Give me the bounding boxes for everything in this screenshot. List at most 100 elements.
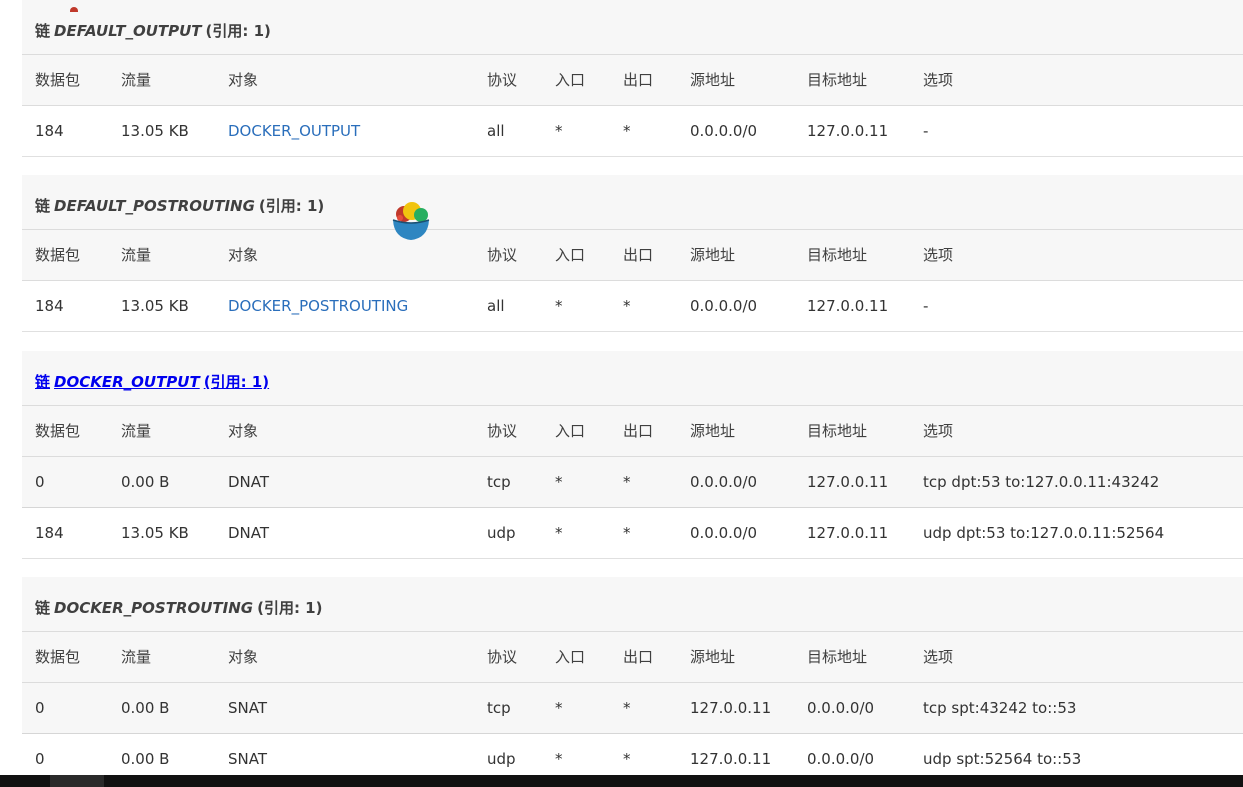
column-header-source: 源地址 [690,648,736,666]
cell-destination: 127.0.0.11 [807,473,889,491]
column-header-target: 对象 [228,246,259,264]
chain-ref-count: (引用: 1) [257,599,323,617]
cell-options: tcp dpt:53 to:127.0.0.11:43242 [923,473,1160,491]
table-header-row: 数据包 流量 对象 协议 入口 出口 源地址 目标地址 选项 [22,406,1243,457]
cell-protocol: udp [487,524,516,542]
column-header-traffic: 流量 [121,648,152,666]
table-row: 184 13.05 KB DOCKER_POSTROUTING all * * 0.0.0.… [22,281,1243,332]
cell-in-iface: * [555,699,563,717]
fruit-bowl-icon[interactable] [390,200,432,244]
table-header-row: 数据包 流量 对象 协议 入口 出口 源地址 目标地址 选项 [22,230,1243,281]
column-header-traffic: 流量 [121,246,152,264]
cell-out-iface: * [623,473,631,491]
cell-packets: 184 [35,297,64,315]
table-row: 184 13.05 KB DNAT udp * * 0.0.0.0/0 127.0.0.11 u… [22,508,1243,559]
cell-in-iface: * [555,122,563,140]
column-header-destination: 目标地址 [807,71,868,89]
cell-in-iface: * [555,524,563,542]
column-header-target: 对象 [228,648,259,666]
column-header-target: 对象 [228,422,259,440]
column-header-protocol: 协议 [487,71,518,89]
column-header-source: 源地址 [690,422,736,440]
cell-packets: 184 [35,524,64,542]
column-header-in-iface: 入口 [555,648,586,666]
column-header-source: 源地址 [690,71,736,89]
column-header-out-iface: 出口 [623,422,654,440]
chain-panel-docker-output: 链 DOCKER_OUTPUT (引用: 1) 数据包 流量 对象 协议 入口 出口 源地址 目标地… [22,351,1243,559]
chain-panel-docker-postrouting: 链 DOCKER_POSTROUTING (引用: 1) 数据包 流量 对象 协议 入口 出口 源… [22,577,1243,785]
cell-protocol: tcp [487,473,511,491]
cell-out-iface: * [623,524,631,542]
chain-name: DEFAULT_OUTPUT [54,22,202,40]
column-header-destination: 目标地址 [807,648,868,666]
chain-prefix: 链 [35,22,51,40]
cell-out-iface: * [623,122,631,140]
cell-packets: 0 [35,699,45,717]
column-header-traffic: 流量 [121,422,152,440]
cell-target: SNAT [228,699,268,717]
column-header-protocol: 协议 [487,648,518,666]
cell-source: 0.0.0.0/0 [690,297,758,315]
column-header-packets: 数据包 [35,648,81,666]
cell-traffic: 13.05 KB [121,524,189,542]
chain-ref-count: (引用: 1) [205,22,271,40]
chain-name[interactable]: DOCKER_OUTPUT [54,373,200,391]
cell-protocol: all [487,122,505,140]
column-header-traffic: 流量 [121,71,152,89]
cell-source: 127.0.0.11 [690,699,772,717]
app-taskbar-icon [70,7,78,12]
cell-traffic: 13.05 KB [121,297,189,315]
column-header-protocol: 协议 [487,246,518,264]
column-header-packets: 数据包 [35,422,81,440]
column-header-out-iface: 出口 [623,71,654,89]
column-header-options: 选项 [923,648,954,666]
chain-name: DOCKER_POSTROUTING [54,599,254,617]
chain-name: DEFAULT_POSTROUTING [54,197,255,215]
chain-ref-count[interactable]: (引用: 1) [204,373,269,391]
column-header-packets: 数据包 [35,246,81,264]
cell-packets: 0 [35,473,45,491]
column-header-in-iface: 入口 [555,422,586,440]
cell-in-iface: * [555,297,563,315]
chain-panel-default-output: 链 DEFAULT_OUTPUT (引用: 1) 数据包 流量 对象 协议 入口 出口 源地址 目标… [22,0,1243,157]
cell-traffic: 13.05 KB [121,122,189,140]
cell-protocol: tcp [487,699,511,717]
column-header-destination: 目标地址 [807,422,868,440]
cell-source: 0.0.0.0/0 [690,122,758,140]
cell-options: - [923,122,929,140]
cell-source: 0.0.0.0/0 [690,473,758,491]
table-row: 0 0.00 B DNAT tcp * * 0.0.0.0/0 127.0.0.11 tcp d… [22,457,1243,508]
taskbar-app-button[interactable] [50,775,104,787]
target-chain-link[interactable]: DOCKER_POSTROUTING [228,281,408,332]
chain-ref-count: (引用: 1) [258,197,325,215]
column-header-packets: 数据包 [35,71,81,89]
cell-target: DNAT [228,473,270,491]
cell-options: tcp spt:43242 to::53 [923,699,1077,717]
column-header-source: 源地址 [690,246,736,264]
cell-protocol: all [487,297,505,315]
chain-title: 链 DEFAULT_OUTPUT (引用: 1) [22,0,1243,55]
cell-out-iface: * [623,699,631,717]
cell-traffic: 0.00 B [121,473,170,491]
chain-title[interactable]: 链 DOCKER_OUTPUT (引用: 1) [22,351,1243,406]
chain-prefix: 链 [35,197,51,215]
target-chain-link[interactable]: DOCKER_OUTPUT [228,106,360,157]
column-header-options: 选项 [923,246,954,264]
cell-source: 0.0.0.0/0 [690,524,758,542]
chain-panel-default-postrouting: 链 DEFAULT_POSTROUTING (引用: 1) 数据包 流量 对象 协议 入口 出口… [22,175,1243,332]
column-header-out-iface: 出口 [623,648,654,666]
column-header-target: 对象 [228,71,259,89]
table-row: 184 13.05 KB DOCKER_OUTPUT all * * 0.0.0.0/0 12… [22,106,1243,157]
column-header-in-iface: 入口 [555,246,586,264]
column-header-options: 选项 [923,422,954,440]
cell-options: udp dpt:53 to:127.0.0.11:52564 [923,524,1165,542]
cell-destination: 127.0.0.11 [807,122,889,140]
column-header-out-iface: 出口 [623,246,654,264]
cell-options: - [923,297,929,315]
table-header-row: 数据包 流量 对象 协议 入口 出口 源地址 目标地址 选项 [22,632,1243,683]
table-row: 0 0.00 B SNAT tcp * * 127.0.0.11 0.0.0.0/0 tcp s… [22,683,1243,734]
cell-packets: 184 [35,122,64,140]
table-header-row: 数据包 流量 对象 协议 入口 出口 源地址 目标地址 选项 [22,55,1243,106]
cell-target: DNAT [228,524,270,542]
chain-prefix[interactable]: 链 [35,373,50,391]
